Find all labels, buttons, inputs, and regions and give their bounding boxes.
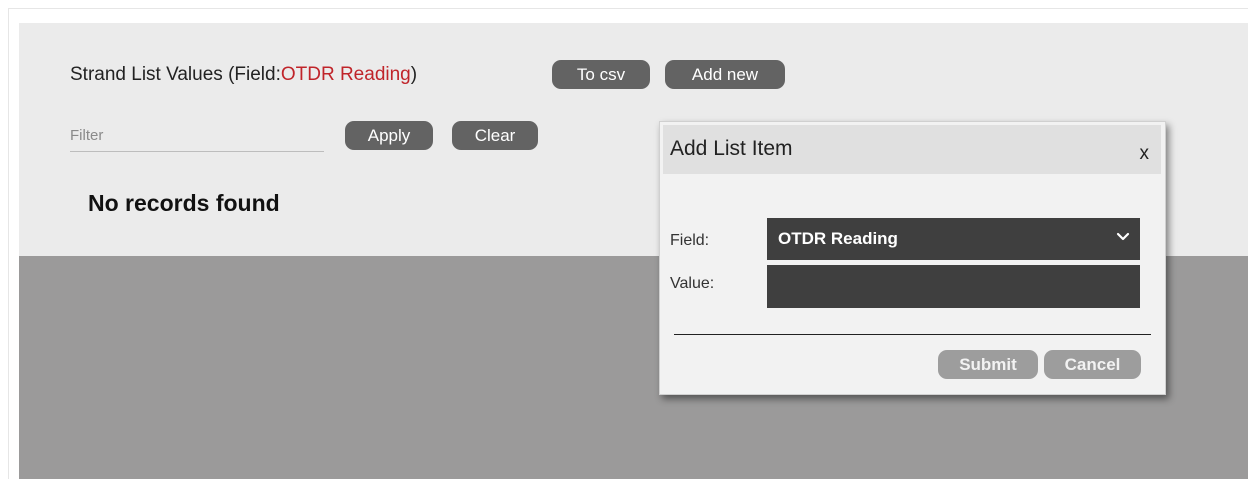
apply-button[interactable]: Apply <box>345 121 433 150</box>
submit-button[interactable]: Submit <box>938 350 1038 379</box>
field-select-value: OTDR Reading <box>778 229 898 248</box>
to-csv-button[interactable]: To csv <box>552 60 650 89</box>
add-new-button[interactable]: Add new <box>665 60 785 89</box>
chevron-down-icon <box>1116 232 1130 241</box>
page-title: Strand List Values (Field: OTDR Reading … <box>70 60 417 90</box>
field-select[interactable]: OTDR Reading <box>767 218 1140 260</box>
field-label: Field: <box>670 232 710 249</box>
value-input[interactable] <box>767 265 1140 308</box>
add-list-item-dialog: Add List Item x Field: OTDR Reading Valu… <box>659 121 1166 395</box>
dialog-title: Add List Item <box>670 137 793 160</box>
dialog-divider <box>674 334 1151 335</box>
filter-input[interactable] <box>70 120 324 152</box>
dialog-header: Add List Item x <box>663 125 1161 174</box>
cancel-button[interactable]: Cancel <box>1044 350 1141 379</box>
page-title-suffix: ) <box>410 64 418 85</box>
page-title-prefix: Strand List Values (Field: <box>70 64 281 85</box>
page-title-field-name: OTDR Reading <box>280 64 411 85</box>
empty-results-message: No records found <box>88 190 280 216</box>
value-label: Value: <box>670 275 715 292</box>
clear-button[interactable]: Clear <box>452 121 538 150</box>
dialog-close-button[interactable]: x <box>1140 143 1150 165</box>
